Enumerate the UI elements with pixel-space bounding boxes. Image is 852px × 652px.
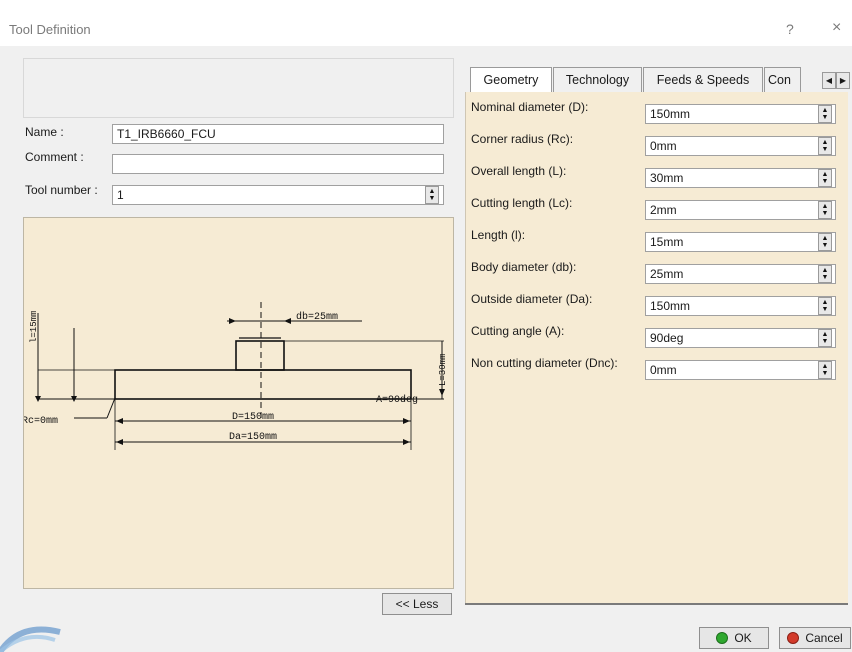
param-label: Cutting angle (A): [471, 324, 565, 338]
tool-body-shape [114, 369, 412, 400]
param-spinner[interactable]: ▲ ▼ [818, 361, 832, 379]
close-button[interactable]: × [832, 19, 841, 37]
l-annotation: l=15mm [29, 311, 39, 343]
title-bar: Tool Definition ? × [0, 0, 852, 46]
param-input[interactable]: 30mm [645, 168, 836, 188]
spin-up-icon: ▲ [821, 299, 829, 306]
spin-up-icon: ▲ [821, 331, 829, 338]
spin-down-icon: ▼ [821, 146, 829, 153]
tab-scroll-right-icon[interactable]: ▶ [836, 72, 850, 89]
spin-up-icon: ▲ [821, 363, 829, 370]
ok-label: OK [734, 631, 752, 645]
tab-strip: Geometry Technology Feeds & Speeds Con [465, 67, 850, 94]
param-input[interactable]: 150mm [645, 296, 836, 316]
param-input[interactable]: 15mm [645, 232, 836, 252]
panel-divider [465, 603, 848, 605]
param-spinner[interactable]: ▲ ▼ [818, 201, 832, 219]
param-label: Body diameter (db): [471, 260, 577, 274]
D-annotation: D=150mm [232, 412, 274, 423]
param-spinner[interactable]: ▲ ▼ [818, 169, 832, 187]
window-title: Tool Definition [9, 22, 91, 37]
spin-down-icon: ▼ [821, 306, 829, 313]
spin-down-icon: ▼ [821, 114, 829, 121]
geometry-panel: Nominal diameter (D): 150mm ▲ ▼ Corner radiu… [465, 92, 848, 604]
Da-annotation: Da=150mm [229, 432, 277, 443]
header-area [23, 58, 454, 118]
tool-drawing-panel: db=25mm L=30mm A=90deg l=15mm Rc=0mm D=1… [23, 217, 454, 589]
tab-scroll-left-icon[interactable]: ◀ [822, 72, 836, 89]
help-button[interactable]: ? [786, 21, 794, 37]
param-input[interactable]: 0mm [645, 360, 836, 380]
spin-up-icon: ▲ [821, 235, 829, 242]
param-spinner[interactable]: ▲ ▼ [818, 137, 832, 155]
param-spinner[interactable]: ▲ ▼ [818, 233, 832, 251]
tool-shank-shape [235, 340, 285, 371]
spin-up-icon: ▲ [821, 171, 829, 178]
param-input[interactable]: 150mm [645, 104, 836, 124]
app-logo-icon [0, 626, 61, 652]
param-label: Length (l): [471, 228, 526, 242]
name-label: Name : [25, 125, 64, 139]
tab-technology[interactable]: Technology [553, 67, 642, 93]
spin-down-icon: ▼ [821, 338, 829, 345]
tab-scroll-arrows: ◀ ▶ [822, 72, 852, 90]
param-label: Non cutting diameter (Dnc): [471, 356, 618, 370]
db-annotation: db=25mm [296, 311, 338, 323]
spin-up-icon: ▲ [428, 188, 436, 195]
tool-drawing: db=25mm L=30mm A=90deg l=15mm Rc=0mm D=1… [24, 302, 448, 450]
tab-con[interactable]: Con [764, 67, 801, 93]
less-button[interactable]: << Less [382, 593, 452, 615]
param-input[interactable]: 90deg [645, 328, 836, 348]
spin-down-icon: ▼ [821, 242, 829, 249]
param-label: Overall length (L): [471, 164, 567, 178]
tool-number-label: Tool number : [25, 183, 98, 197]
ok-button[interactable]: OK [699, 627, 769, 649]
tab-feeds-speeds[interactable]: Feeds & Speeds [643, 67, 763, 93]
spin-up-icon: ▲ [821, 267, 829, 274]
tab-geometry[interactable]: Geometry [470, 67, 552, 94]
param-label: Corner radius (Rc): [471, 132, 574, 146]
cancel-icon [787, 632, 800, 644]
spin-down-icon: ▼ [428, 195, 436, 202]
param-label: Cutting length (Lc): [471, 196, 573, 210]
spin-down-icon: ▼ [821, 370, 829, 377]
spin-up-icon: ▲ [821, 203, 829, 210]
param-input[interactable]: 2mm [645, 200, 836, 220]
tool-number-field[interactable]: 1 [112, 185, 444, 205]
tool-number-spinner[interactable]: ▲ ▼ [425, 186, 439, 204]
param-label: Outside diameter (Da): [471, 292, 593, 306]
param-label: Nominal diameter (D): [471, 100, 589, 114]
A-annotation: A=90deg [376, 394, 418, 406]
param-spinner[interactable]: ▲ ▼ [818, 265, 832, 283]
cancel-button[interactable]: Cancel [779, 627, 851, 649]
comment-label: Comment : [25, 150, 84, 164]
param-input[interactable]: 25mm [645, 264, 836, 284]
param-spinner[interactable]: ▲ ▼ [818, 105, 832, 123]
ok-icon [716, 632, 729, 644]
Rc-annotation: Rc=0mm [24, 416, 58, 427]
cancel-label: Cancel [805, 631, 843, 645]
spin-up-icon: ▲ [821, 107, 829, 114]
spin-down-icon: ▼ [821, 178, 829, 185]
comment-field[interactable] [112, 154, 444, 174]
spin-down-icon: ▼ [821, 274, 829, 281]
param-spinner[interactable]: ▲ ▼ [818, 297, 832, 315]
name-field[interactable]: T1_IRB6660_FCU [112, 124, 444, 144]
L-annotation: L=30mm [438, 354, 448, 386]
tool-number-value: 1 [117, 188, 124, 202]
spin-down-icon: ▼ [821, 210, 829, 217]
param-input[interactable]: 0mm [645, 136, 836, 156]
spin-up-icon: ▲ [821, 139, 829, 146]
param-spinner[interactable]: ▲ ▼ [818, 329, 832, 347]
